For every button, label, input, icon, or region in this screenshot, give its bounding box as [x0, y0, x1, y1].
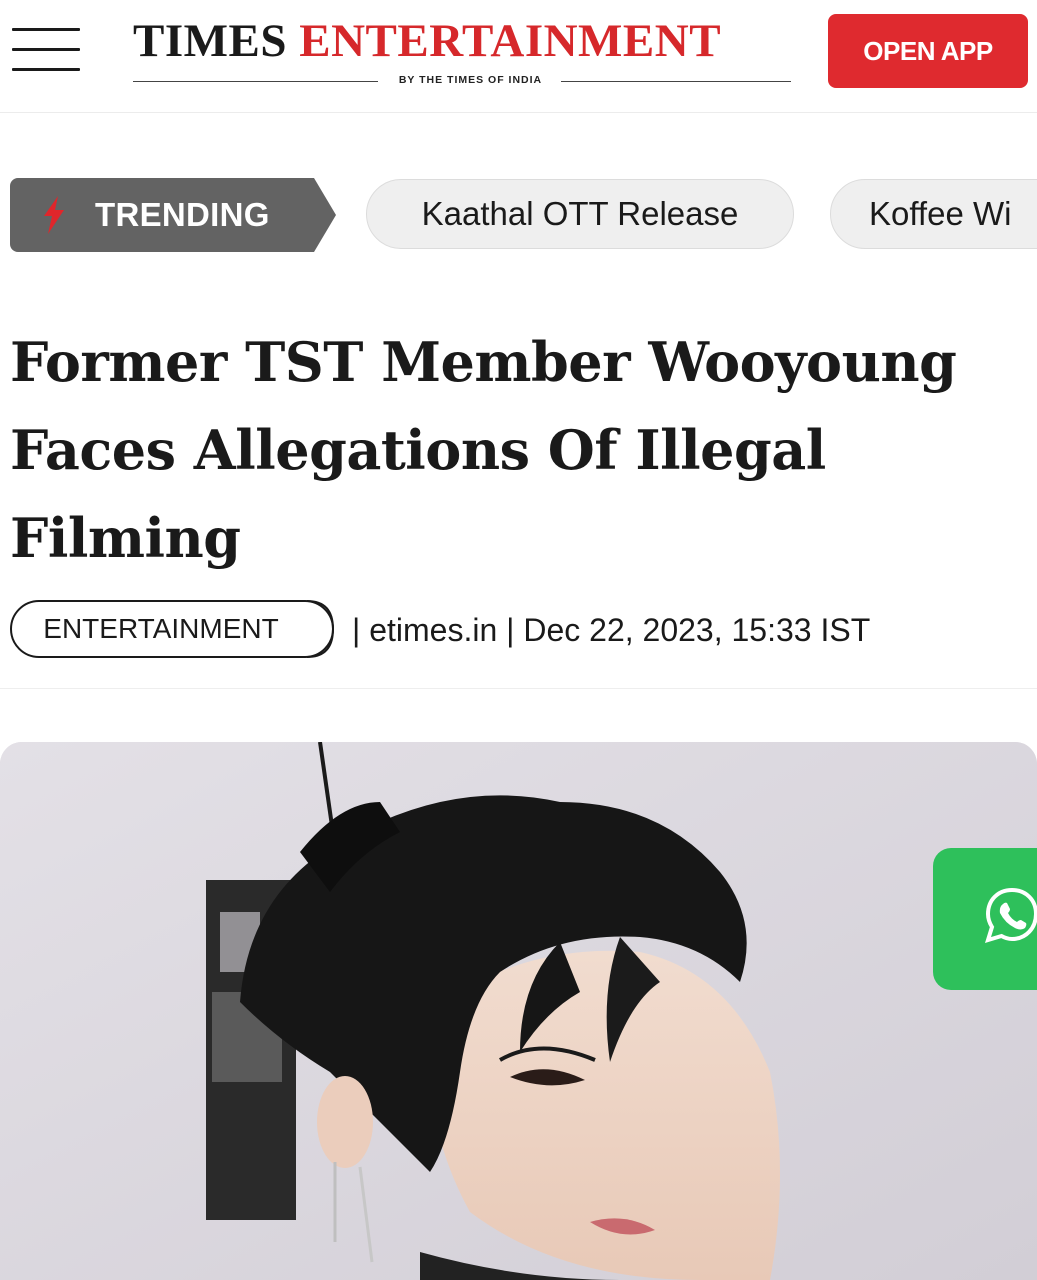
- logo-wordmark: TIMES ENTERTAINMENT: [133, 14, 721, 68]
- byline-rule-left: [133, 81, 378, 82]
- whatsapp-share-button[interactable]: [933, 848, 1037, 990]
- menu-bar: [12, 28, 80, 31]
- trending-badge[interactable]: TRENDING: [10, 178, 336, 252]
- trending-label: TRENDING: [95, 196, 270, 233]
- logo-byline: BY THE TIMES OF INDIA: [133, 74, 793, 88]
- category-label: ENTERTAINMENT: [43, 613, 279, 644]
- times-entertainment-logo[interactable]: TIMES ENTERTAINMENT BY THE TIMES OF INDI…: [133, 14, 793, 94]
- trending-chip-kaathal[interactable]: Kaathal OTT Release: [366, 179, 794, 249]
- byline-rule-right: [561, 81, 791, 82]
- hamburger-menu-icon[interactable]: [12, 28, 82, 74]
- tag-arrow-shape: [306, 600, 335, 658]
- menu-bar: [12, 68, 80, 71]
- category-tag[interactable]: ENTERTAINMENT: [10, 600, 335, 658]
- whatsapp-icon: [984, 887, 1037, 943]
- logo-entertainment-text: ENTERTAINMENT: [299, 15, 722, 67]
- trending-arrow: [314, 178, 336, 252]
- article-headline: Former TST Member Wooyoung Faces Allegat…: [10, 330, 957, 570]
- trending-chip-koffee[interactable]: Koffee Wi: [830, 179, 1037, 249]
- top-header: TIMES ENTERTAINMENT BY THE TIMES OF INDI…: [0, 0, 1037, 113]
- byline-text: BY THE TIMES OF INDIA: [398, 74, 543, 86]
- section-divider: [0, 688, 1037, 689]
- menu-bar: [12, 48, 80, 51]
- open-app-button[interactable]: OPEN APP: [828, 14, 1028, 88]
- article-hero-image[interactable]: [0, 742, 1037, 1280]
- article-meta: ENTERTAINMENT | etimes.in | Dec 22, 2023…: [10, 598, 1030, 664]
- source-and-date: | etimes.in | Dec 22, 2023, 15:33 IST: [352, 612, 871, 648]
- hero-photo: [0, 742, 1037, 1280]
- logo-times-text: TIMES: [133, 15, 287, 67]
- lightning-bolt-icon: [44, 196, 64, 234]
